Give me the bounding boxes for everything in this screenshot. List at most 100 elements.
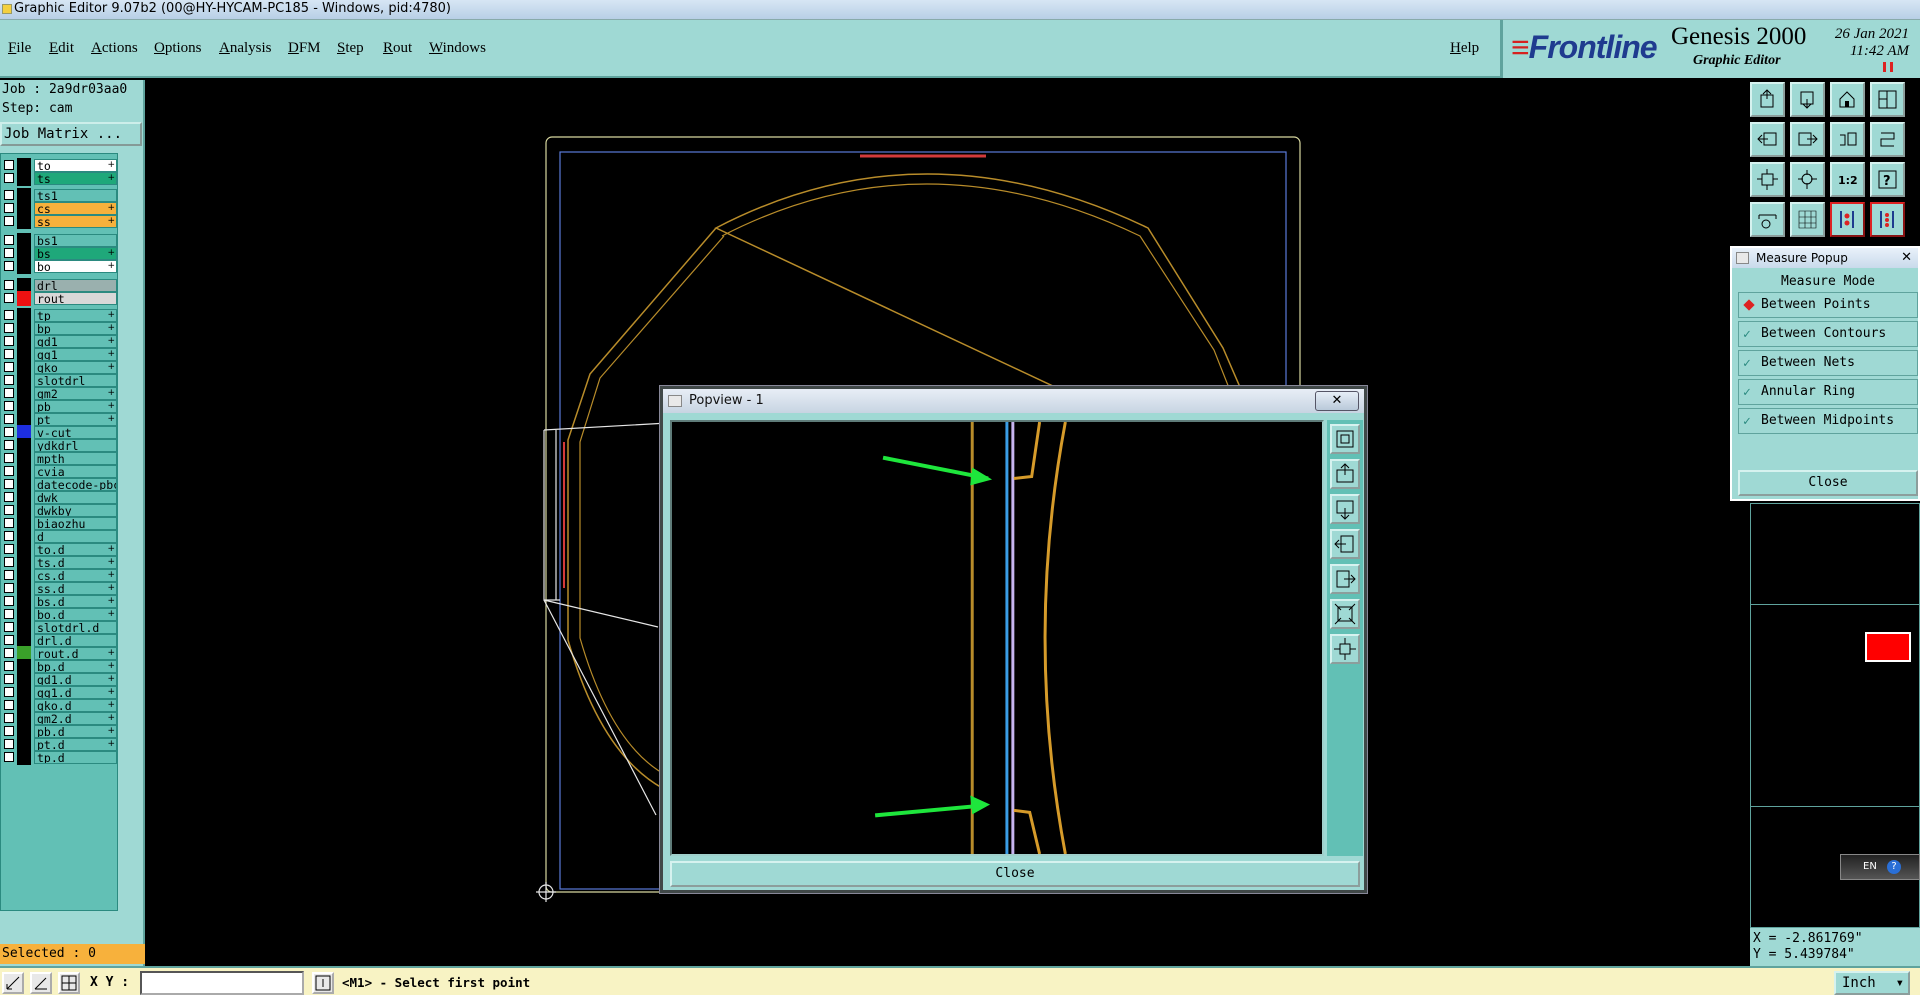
layer-checkbox[interactable]	[4, 674, 14, 684]
pan-right-icon[interactable]	[1330, 564, 1360, 594]
layer-row[interactable]: rout	[1, 291, 119, 306]
job-matrix-button[interactable]: Job Matrix ...	[0, 122, 142, 146]
menu-help[interactable]: Help	[1450, 40, 1479, 57]
zoom-window-icon[interactable]	[1330, 424, 1360, 454]
help-icon[interactable]: ?	[1870, 162, 1905, 197]
layer-color-swatch[interactable]	[17, 259, 31, 274]
measure-option-between-points[interactable]: Between Points	[1738, 292, 1918, 318]
layer-row[interactable]: ss +	[1, 214, 119, 229]
zoom-out-icon[interactable]	[1330, 599, 1360, 629]
layer-checkbox[interactable]	[4, 362, 14, 372]
measure-tool-icon[interactable]	[1750, 202, 1785, 237]
layer-row[interactable]: tp.d	[1, 750, 119, 765]
units-selector[interactable]: Inch ▾	[1834, 971, 1910, 995]
layer-checkbox[interactable]	[4, 173, 14, 183]
layer-color-swatch[interactable]	[17, 214, 31, 229]
layer-name[interactable]: bo	[34, 260, 117, 273]
measure-option-between-midpoints[interactable]: ✓ Between Midpoints	[1738, 408, 1918, 434]
layer-checkbox[interactable]	[4, 440, 14, 450]
layer-checkbox[interactable]	[4, 635, 14, 645]
layer-name[interactable]: tp.d	[34, 751, 117, 764]
layer-checkbox[interactable]	[4, 609, 14, 619]
measure-option-between-contours[interactable]: ✓ Between Contours	[1738, 321, 1918, 347]
layer-checkbox[interactable]	[4, 479, 14, 489]
pan-up-icon[interactable]	[1330, 459, 1360, 489]
layer-checkbox[interactable]	[4, 160, 14, 170]
layer-checkbox[interactable]	[4, 739, 14, 749]
layer-checkbox[interactable]	[4, 280, 14, 290]
layer-checkbox[interactable]	[4, 596, 14, 606]
layer-checkbox[interactable]	[4, 518, 14, 528]
layer-checkbox[interactable]	[4, 661, 14, 671]
menu-analysis[interactable]: Analysis	[219, 40, 272, 57]
layer-checkbox[interactable]	[4, 388, 14, 398]
layer-color-swatch[interactable]	[17, 291, 31, 306]
zoom-home-icon[interactable]	[1750, 82, 1785, 117]
layer-checkbox[interactable]	[4, 570, 14, 580]
layer-checkbox[interactable]	[4, 752, 14, 762]
layer-checkbox[interactable]	[4, 622, 14, 632]
measure-option-between-nets[interactable]: ✓ Between Nets	[1738, 350, 1918, 376]
layer-checkbox[interactable]	[4, 336, 14, 346]
xy-input[interactable]	[140, 971, 304, 995]
layer-checkbox[interactable]	[4, 248, 14, 258]
pan-down-icon[interactable]	[1330, 494, 1360, 524]
layer-checkbox[interactable]	[4, 203, 14, 213]
layer-checkbox[interactable]	[4, 492, 14, 502]
layer-checkbox[interactable]	[4, 466, 14, 476]
popview-canvas[interactable]	[670, 420, 1324, 856]
menu-rout[interactable]: Rout	[383, 40, 412, 57]
layer-checkbox[interactable]	[4, 557, 14, 567]
layer-checkbox[interactable]	[4, 544, 14, 554]
layer-name[interactable]: ss	[34, 215, 117, 228]
info-toggle-icon[interactable]	[312, 972, 334, 994]
overview-viewport[interactable]	[1865, 632, 1911, 662]
home-icon[interactable]	[1830, 82, 1865, 117]
popview-close-button[interactable]: Close	[670, 861, 1360, 887]
popview-close-x-button[interactable]: ✕	[1315, 391, 1359, 411]
undo-zoom-icon[interactable]	[1830, 122, 1865, 157]
pan-left-icon[interactable]	[1750, 122, 1785, 157]
layer-checkbox[interactable]	[4, 687, 14, 697]
layer-checkbox[interactable]	[4, 531, 14, 541]
scale-1-2-icon[interactable]: 1:2	[1830, 162, 1865, 197]
layer-checkbox[interactable]	[4, 713, 14, 723]
menu-step[interactable]: Step	[337, 40, 364, 57]
layer-checkbox[interactable]	[4, 375, 14, 385]
menu-file[interactable]: File	[8, 40, 31, 57]
layer-checkbox[interactable]	[4, 726, 14, 736]
layer-checkbox[interactable]	[4, 583, 14, 593]
close-icon[interactable]: ✕	[1901, 248, 1912, 268]
layer-checkbox[interactable]	[4, 648, 14, 658]
layer-checkbox[interactable]	[4, 235, 14, 245]
layer-name[interactable]: rout	[34, 292, 117, 305]
net-highlight-icon[interactable]	[1830, 202, 1865, 237]
angle-mode-icon[interactable]	[30, 972, 52, 994]
layer-checkbox[interactable]	[4, 190, 14, 200]
zoom-in-icon[interactable]	[1330, 634, 1360, 664]
help-circle-icon[interactable]: ?	[1887, 860, 1901, 874]
pan-down-icon[interactable]	[1790, 82, 1825, 117]
menu-windows[interactable]: Windows	[429, 40, 486, 57]
layer-color-swatch[interactable]	[17, 750, 31, 765]
layer-row[interactable]: bo +	[1, 259, 119, 274]
layer-checkbox[interactable]	[4, 427, 14, 437]
menu-actions[interactable]: Actions	[91, 40, 138, 57]
pan-left-icon[interactable]	[1330, 529, 1360, 559]
measure-option-annular-ring[interactable]: ✓ Annular Ring	[1738, 379, 1918, 405]
layer-checkbox[interactable]	[4, 505, 14, 515]
layer-checkbox[interactable]	[4, 310, 14, 320]
layer-checkbox[interactable]	[4, 323, 14, 333]
menu-edit[interactable]: Edit	[49, 40, 74, 57]
measure-close-button[interactable]: Close	[1738, 470, 1918, 496]
layer-checkbox[interactable]	[4, 453, 14, 463]
menu-dfm[interactable]: DFM	[288, 40, 321, 57]
layer-color-swatch[interactable]	[17, 171, 31, 186]
layer-checkbox[interactable]	[4, 216, 14, 226]
language-bar[interactable]: EN ?	[1840, 854, 1920, 880]
grid-icon[interactable]	[1790, 202, 1825, 237]
layout-icon[interactable]	[1870, 82, 1905, 117]
layer-checkbox[interactable]	[4, 414, 14, 424]
layer-checkbox[interactable]	[4, 261, 14, 271]
pan-right-icon[interactable]	[1790, 122, 1825, 157]
